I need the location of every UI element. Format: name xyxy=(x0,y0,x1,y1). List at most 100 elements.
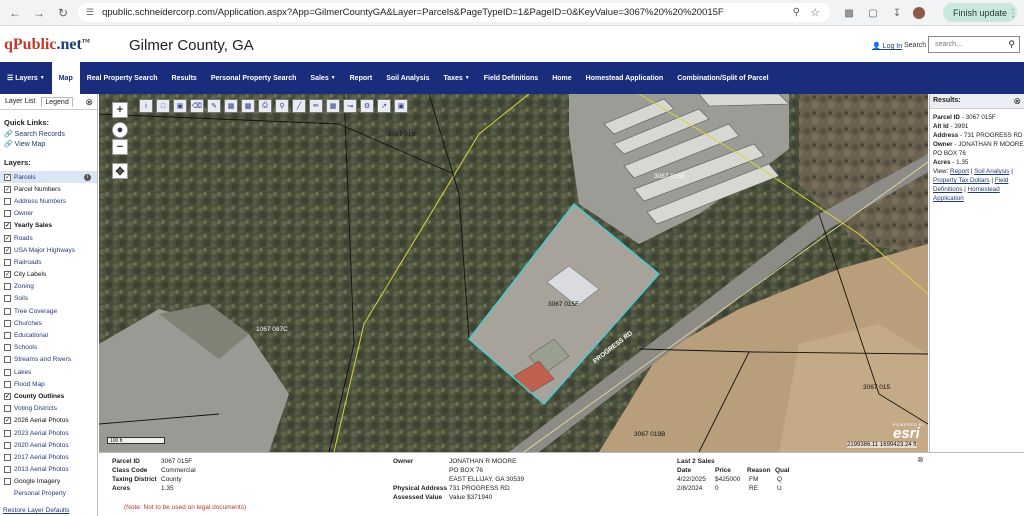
layer-item[interactable]: 2023 Aerial Photos xyxy=(0,427,97,439)
layer-checkbox[interactable] xyxy=(4,319,11,327)
nav-layers[interactable]: ☰ Layers ▼ xyxy=(0,62,52,94)
layer-item[interactable]: Google Imagery xyxy=(0,476,97,488)
layer-checkbox[interactable] xyxy=(4,197,11,205)
layer-checkbox[interactable] xyxy=(4,356,11,364)
extension-icon[interactable]: ▩ xyxy=(840,4,858,22)
nav-field-definitions[interactable]: Field Definitions xyxy=(477,62,545,94)
info-icon[interactable]: i xyxy=(84,173,91,181)
layer-checkbox[interactable] xyxy=(4,258,11,266)
layer-item[interactable]: Schools xyxy=(0,342,97,354)
layer-item[interactable]: Lakes xyxy=(0,366,97,378)
locate-icon[interactable]: ✥ xyxy=(112,163,128,179)
back-icon[interactable]: ← xyxy=(6,4,24,22)
site-info-icon[interactable]: ☰ xyxy=(86,7,94,18)
close-icon[interactable]: ⊗ xyxy=(1013,96,1021,107)
nav-report[interactable]: Report xyxy=(343,62,380,94)
zoom-icon[interactable]: ⚲ xyxy=(793,7,800,18)
aerial-map[interactable] xyxy=(99,94,928,452)
settings-icon[interactable]: ⚙ xyxy=(360,99,374,113)
layer-item[interactable]: Soils xyxy=(0,293,97,305)
erase-icon[interactable]: ⌫ xyxy=(190,99,204,113)
layer-item[interactable]: Tree Coverage xyxy=(0,305,97,317)
qpublic-logo[interactable]: qPublic.netTM xyxy=(4,36,90,54)
layer-item[interactable]: ✓ USA Major Highways xyxy=(0,244,97,256)
layers-icon[interactable]: ▦ xyxy=(224,99,238,113)
layer-item[interactable]: Flood Map xyxy=(0,378,97,390)
nav-real-property-search[interactable]: Real Property Search xyxy=(80,62,165,94)
layer-item[interactable]: ✓ County Outlines xyxy=(0,390,97,402)
search-icon[interactable]: ⚲ xyxy=(1008,39,1015,50)
layer-item[interactable]: ✓ Yearly Sales xyxy=(0,220,97,232)
globe-icon[interactable]: ● xyxy=(112,122,128,138)
layer-item[interactable]: Personal Property xyxy=(0,488,97,500)
layer-checkbox[interactable] xyxy=(4,405,11,413)
tab-layer-list[interactable]: Layer List xyxy=(5,98,35,105)
print-icon[interactable]: ⎙ xyxy=(258,99,272,113)
layer-checkbox[interactable]: ✓ xyxy=(4,392,11,400)
search-map-icon[interactable]: ⚲ xyxy=(275,99,289,113)
layer-checkbox[interactable] xyxy=(4,478,11,486)
layer-item[interactable]: 2017 Aerial Photos xyxy=(0,451,97,463)
sketch-icon[interactable]: ↝ xyxy=(343,99,357,113)
measure-icon[interactable]: ╱ xyxy=(292,99,306,113)
reload-icon[interactable]: ↻ xyxy=(54,4,72,22)
layer-item[interactable]: Churches xyxy=(0,317,97,329)
layer-item[interactable]: 2020 Aerial Photos xyxy=(0,439,97,451)
nav-soil-analysis[interactable]: Soil Analysis xyxy=(379,62,436,94)
zoom-out-button[interactable]: − xyxy=(112,139,128,155)
bookmark-star-icon[interactable]: ☆ xyxy=(810,6,820,19)
zoom-in-button[interactable]: + xyxy=(112,102,128,118)
image-icon[interactable]: ▩ xyxy=(241,99,255,113)
layer-item[interactable]: Address Numbers xyxy=(0,195,97,207)
menu-dots-icon[interactable]: ⋮ xyxy=(1004,4,1022,22)
login-link[interactable]: 👤 Log In xyxy=(872,42,902,50)
layer-checkbox[interactable]: ✓ xyxy=(4,185,11,193)
nav-homestead-application[interactable]: Homestead Application xyxy=(579,62,671,94)
layer-checkbox[interactable] xyxy=(4,368,11,376)
layer-item[interactable]: 2013 Aerial Photos xyxy=(0,464,97,476)
layer-checkbox[interactable] xyxy=(4,453,11,461)
layer-item[interactable]: ✓ City Labels xyxy=(0,269,97,281)
layer-checkbox[interactable] xyxy=(4,210,11,218)
profile-avatar[interactable] xyxy=(910,4,928,22)
layer-checkbox[interactable] xyxy=(4,380,11,388)
layer-checkbox[interactable]: ✓ xyxy=(4,271,11,279)
nav-map[interactable]: Map xyxy=(51,62,80,94)
layer-checkbox[interactable]: ✓ xyxy=(4,222,11,230)
nav-taxes[interactable]: Taxes ▼ xyxy=(437,62,477,94)
layer-item[interactable]: Voting Districts xyxy=(0,403,97,415)
buffer-icon[interactable]: ▣ xyxy=(173,99,187,113)
search-records-link[interactable]: 🔗 Search Records xyxy=(4,130,97,140)
layer-checkbox[interactable] xyxy=(4,283,11,291)
soil-analysis-link[interactable]: Soil Analysis xyxy=(974,168,1009,175)
draw-icon[interactable]: ✎ xyxy=(207,99,221,113)
restore-layer-defaults-link[interactable]: Restore Layer Defaults xyxy=(3,507,69,514)
layer-checkbox[interactable] xyxy=(4,441,11,449)
download-icon[interactable]: ↧ xyxy=(888,4,906,22)
report-link[interactable]: Report xyxy=(950,168,969,175)
save-icon[interactable]: ▣ xyxy=(394,99,408,113)
layer-checkbox[interactable] xyxy=(4,332,11,340)
map-view[interactable]: 3067 016 3067 015E 3067 015F 1067 087C 3… xyxy=(99,94,928,452)
puzzle-icon[interactable]: ▢ xyxy=(864,4,882,22)
layer-item[interactable]: ✓ Parcels i xyxy=(0,171,97,184)
layer-item[interactable]: Railroads xyxy=(0,256,97,268)
layer-checkbox[interactable] xyxy=(4,295,11,303)
layer-checkbox[interactable]: ✓ xyxy=(4,234,11,242)
nav-personal-property-search[interactable]: Personal Property Search xyxy=(204,62,304,94)
layer-checkbox[interactable]: ✓ xyxy=(4,417,11,425)
nav-results[interactable]: Results xyxy=(165,62,204,94)
layer-checkbox[interactable] xyxy=(4,344,11,352)
grid-icon[interactable]: ▦ xyxy=(326,99,340,113)
layer-item[interactable]: Zoning xyxy=(0,281,97,293)
nav-home[interactable]: Home xyxy=(545,62,578,94)
share-icon[interactable]: ↗ xyxy=(377,99,391,113)
forward-icon[interactable]: → xyxy=(30,4,48,22)
select-icon[interactable]: □ xyxy=(156,99,170,113)
layer-checkbox[interactable]: ✓ xyxy=(4,246,11,254)
layer-item[interactable]: Owner xyxy=(0,208,97,220)
close-icon[interactable]: ⊗ xyxy=(917,455,924,464)
layer-item[interactable]: ✓ Roads xyxy=(0,232,97,244)
pencil-icon[interactable]: ✏ xyxy=(309,99,323,113)
address-bar[interactable]: ☰ qpublic.schneidercorp.com/Application.… xyxy=(78,3,830,22)
